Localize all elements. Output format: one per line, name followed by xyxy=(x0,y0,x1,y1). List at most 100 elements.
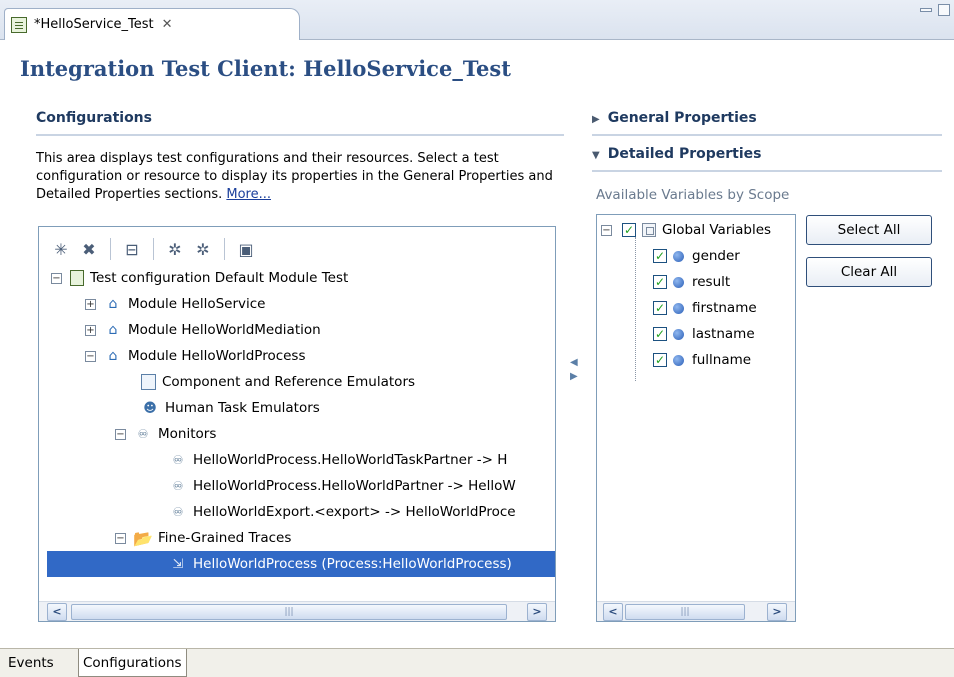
clear-all-button[interactable]: Clear All xyxy=(806,257,932,287)
editor-tab-label: *HelloService_Test xyxy=(34,17,154,32)
variable-icon xyxy=(673,250,684,262)
variable-row-fullname[interactable]: ✓ fullname xyxy=(653,349,751,371)
variable-label: gender xyxy=(692,248,740,264)
tree-row-module-helloworldprocess[interactable]: − ⌂ Module HelloWorldProcess xyxy=(85,343,306,369)
new-configuration-icon[interactable]: ✳ xyxy=(49,237,73,261)
collapse-toggle-icon[interactable]: − xyxy=(85,350,96,362)
test-configuration-icon xyxy=(70,270,84,286)
module-icon: ⌂ xyxy=(108,348,118,364)
monitors-icon: ♾ xyxy=(137,427,149,441)
editor-tab[interactable]: *HelloService_Test ✕ xyxy=(4,8,300,40)
tree-row-trace-selected[interactable]: ⇲ HelloWorldProcess (Process:HelloWorldP… xyxy=(47,551,555,577)
tree-row-monitor[interactable]: ♾ HelloWorldProcess.HelloWorldTaskPartne… xyxy=(169,447,508,473)
select-all-button[interactable]: Select All xyxy=(806,215,932,245)
tree-label: Component and Reference Emulators xyxy=(162,374,416,390)
tree-row-emulators[interactable]: Component and Reference Emulators xyxy=(141,369,415,395)
collapse-toggle-icon[interactable]: − xyxy=(115,532,126,544)
tree-label: HelloWorldProcess.HelloWorldPartner -> H… xyxy=(193,478,516,494)
toolbar-separator xyxy=(110,238,111,260)
expand-toggle-icon[interactable]: + xyxy=(85,324,96,336)
collapse-right-icon[interactable]: ▶ xyxy=(570,370,580,384)
detailed-properties-separator xyxy=(592,170,942,172)
variable-icon xyxy=(673,276,684,288)
variable-label: fullname xyxy=(692,352,752,368)
general-properties-separator xyxy=(592,134,942,136)
checkbox-icon[interactable]: ✓ xyxy=(622,223,636,237)
tree-label: HelloWorldProcess.HelloWorldTaskPartner … xyxy=(193,452,508,468)
collapse-all-icon[interactable]: ⊟ xyxy=(120,237,144,261)
emulator-icon xyxy=(141,374,156,390)
tree-toolbar: ✳ ✖ ⊟ ✲ ✲ ▣ xyxy=(49,235,258,263)
collapse-toggle-icon[interactable]: − xyxy=(601,224,612,236)
scroll-right-icon[interactable]: > xyxy=(767,602,787,621)
tree-row-fine-grained-traces[interactable]: − 📂 Fine-Grained Traces xyxy=(115,525,291,551)
collapse-left-icon[interactable]: ◀ xyxy=(570,356,580,370)
collapse-toggle-icon[interactable]: − xyxy=(115,428,126,440)
test-editor-icon xyxy=(11,16,27,33)
panel-splitter[interactable]: ◀ ▶ xyxy=(570,356,580,384)
variable-label: lastname xyxy=(692,326,755,342)
monitor-icon: ♾ xyxy=(172,505,184,519)
tree-row-human-task[interactable]: ☻ Human Task Emulators xyxy=(141,395,320,421)
tree-connector xyxy=(635,237,636,381)
page-title: Integration Test Client: HelloService_Te… xyxy=(20,56,511,81)
variables-horizontal-scrollbar[interactable]: < ||| > xyxy=(597,601,795,621)
variable-row-result[interactable]: ✓ result xyxy=(653,271,730,293)
tab-events[interactable]: Events xyxy=(4,649,58,677)
checkbox-icon[interactable]: ✓ xyxy=(653,327,667,341)
configurations-description: This area displays test configurations a… xyxy=(36,150,564,204)
checkbox-icon[interactable]: ✓ xyxy=(653,249,667,263)
scope-label: Global Variables xyxy=(662,222,772,238)
remove-icon[interactable]: ✖ xyxy=(77,237,101,261)
tree-horizontal-scrollbar[interactable]: < ||| > xyxy=(39,601,555,621)
available-variables-label: Available Variables by Scope xyxy=(596,187,790,203)
more-link[interactable]: More... xyxy=(226,187,271,202)
close-icon[interactable]: ✕ xyxy=(162,17,173,32)
tree-label: HelloWorldProcess (Process:HelloWorldPro… xyxy=(193,556,512,572)
scrollbar-thumb[interactable]: ||| xyxy=(71,603,507,620)
tree-label: Module HelloService xyxy=(128,296,266,312)
checkbox-icon[interactable]: ✓ xyxy=(653,353,667,367)
tree-label: Module HelloWorldProcess xyxy=(128,348,306,364)
scroll-right-icon[interactable]: > xyxy=(527,602,547,621)
scope-icon xyxy=(642,223,656,237)
scroll-left-icon[interactable]: < xyxy=(47,602,67,621)
detailed-properties-heading[interactable]: ▼ Detailed Properties xyxy=(592,146,761,162)
checkbox-icon[interactable]: ✓ xyxy=(653,301,667,315)
scrollbar-thumb[interactable]: ||| xyxy=(625,603,745,620)
editor-tab-strip: *HelloService_Test ✕ xyxy=(0,0,954,40)
tree-row-module-helloworldmediation[interactable]: + ⌂ Module HelloWorldMediation xyxy=(85,317,321,343)
scope-row-global[interactable]: − ✓ Global Variables xyxy=(601,219,771,241)
configurations-heading: Configurations xyxy=(36,110,152,126)
tree-row-monitors[interactable]: − ♾ Monitors xyxy=(115,421,216,447)
collapse-toggle-icon[interactable]: − xyxy=(51,272,62,284)
emulate-icon[interactable]: ✲ xyxy=(163,237,187,261)
tree-row-module-helloservice[interactable]: + ⌂ Module HelloService xyxy=(85,291,266,317)
tree-label: Human Task Emulators xyxy=(165,400,320,416)
general-properties-heading[interactable]: ▶ General Properties xyxy=(592,110,757,126)
variable-label: firstname xyxy=(692,300,757,316)
variables-tree-panel: − ✓ Global Variables ✓ gender ✓ result ✓… xyxy=(596,214,796,622)
save-icon[interactable]: ▣ xyxy=(234,237,258,261)
tree-label: Monitors xyxy=(158,426,217,442)
tree-row-monitor[interactable]: ♾ HelloWorldProcess.HelloWorldPartner ->… xyxy=(169,473,516,499)
folder-icon: 📂 xyxy=(133,528,153,548)
monitor-icon[interactable]: ✲ xyxy=(191,237,215,261)
tree-row-monitor[interactable]: ♾ HelloWorldExport.<export> -> HelloWorl… xyxy=(169,499,516,525)
variable-row-firstname[interactable]: ✓ firstname xyxy=(653,297,757,319)
chevron-down-icon: ▼ xyxy=(592,150,600,161)
expand-toggle-icon[interactable]: + xyxy=(85,298,96,310)
tree-label: Test configuration Default Module Test xyxy=(90,270,349,286)
scroll-left-icon[interactable]: < xyxy=(603,602,623,621)
maximize-icon[interactable] xyxy=(938,4,950,16)
tab-configurations[interactable]: Configurations xyxy=(78,649,187,677)
minimize-icon[interactable] xyxy=(920,8,932,12)
variable-row-lastname[interactable]: ✓ lastname xyxy=(653,323,755,345)
checkbox-icon[interactable]: ✓ xyxy=(653,275,667,289)
module-icon: ⌂ xyxy=(108,322,118,338)
tree-label: Fine-Grained Traces xyxy=(158,530,292,546)
variable-icon xyxy=(673,302,684,314)
tree-row-root[interactable]: − Test configuration Default Module Test xyxy=(51,265,348,291)
variable-row-gender[interactable]: ✓ gender xyxy=(653,245,740,267)
variable-icon xyxy=(673,354,684,366)
